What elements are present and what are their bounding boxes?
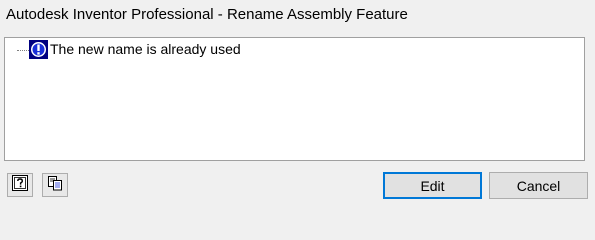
help-button[interactable] <box>7 173 33 197</box>
cancel-button[interactable]: Cancel <box>489 172 588 199</box>
window-title: Autodesk Inventor Professional - Rename … <box>6 6 408 23</box>
copy-button[interactable] <box>42 173 68 197</box>
info-alert-icon <box>29 40 48 59</box>
message-text: The new name is already used <box>50 41 241 57</box>
message-tree-panel[interactable]: The new name is already used <box>4 37 585 161</box>
edit-button[interactable]: Edit <box>383 172 482 199</box>
copy-icon <box>47 175 63 196</box>
message-item[interactable]: The new name is already used <box>29 40 241 59</box>
help-icon <box>12 174 28 196</box>
